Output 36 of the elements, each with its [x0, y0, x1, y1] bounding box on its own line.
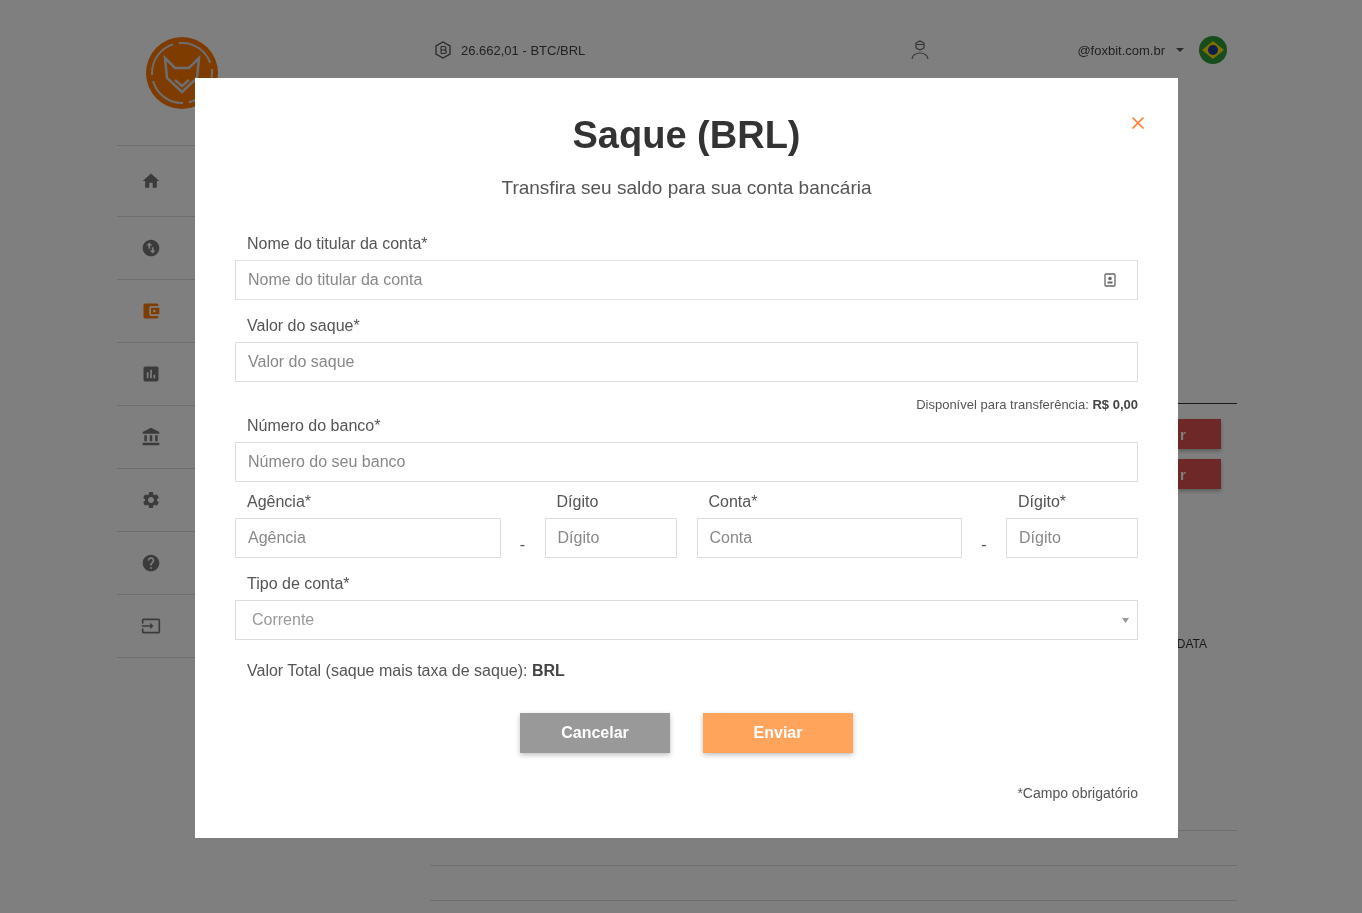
- input-field[interactable]: Conta: [696, 518, 962, 558]
- action-button[interactable]: r: [1178, 459, 1221, 489]
- caret-icon: [1175, 47, 1185, 53]
- account-email[interactable]: @foxbit.com.br: [1077, 42, 1165, 58]
- dialog-subtitle: Transfira seu saldo para sua conta bancária: [500, 176, 873, 200]
- input-field[interactable]: Dígito: [1006, 518, 1138, 558]
- field-label: Nome do titular da conta*: [246, 234, 429, 254]
- input-field[interactable]: Agência: [235, 518, 501, 558]
- price-text: 26.662,01 - BTC/BRL: [461, 42, 586, 58]
- field-label: Tipo de conta*: [246, 574, 351, 594]
- total-text: Valor Total (saque mais taxa de saque): BRL: [246, 661, 566, 681]
- field-label: Dígito: [555, 492, 600, 512]
- action-button[interactable]: r: [1178, 419, 1221, 449]
- flag-icon[interactable]: [1199, 36, 1227, 64]
- separator-text: -: [980, 536, 988, 555]
- bitcoin-icon: [435, 41, 451, 59]
- field-label: Conta*: [707, 492, 759, 512]
- field-label: Valor do saque*: [246, 316, 361, 336]
- field-label: Número do banco*: [246, 416, 382, 436]
- input-field[interactable]: Valor do saque: [235, 342, 1138, 382]
- required-note: *Campo obrigatório: [1016, 784, 1138, 802]
- field-label: Agência*: [246, 492, 313, 512]
- field-label: Dígito*: [1017, 492, 1068, 512]
- caret-icon: [1122, 617, 1129, 623]
- column-header: DATA: [1176, 637, 1207, 651]
- submit-button[interactable]: Enviar: [703, 713, 853, 753]
- user-icon[interactable]: [911, 40, 930, 60]
- dialog-title: Saque (BRL): [571, 113, 802, 158]
- separator-text: -: [518, 536, 527, 555]
- input-field[interactable]: Dígito: [544, 518, 677, 558]
- account-type-select[interactable]: Corrente: [235, 600, 1138, 640]
- available-balance-text: Disponível para transferência: R$ 0,00: [915, 397, 1138, 413]
- cancel-button[interactable]: Cancelar: [520, 713, 670, 753]
- contact-card-icon: [1104, 273, 1116, 287]
- input-field[interactable]: Nome do titular da conta: [235, 260, 1138, 300]
- input-field[interactable]: Número do seu banco: [235, 442, 1138, 482]
